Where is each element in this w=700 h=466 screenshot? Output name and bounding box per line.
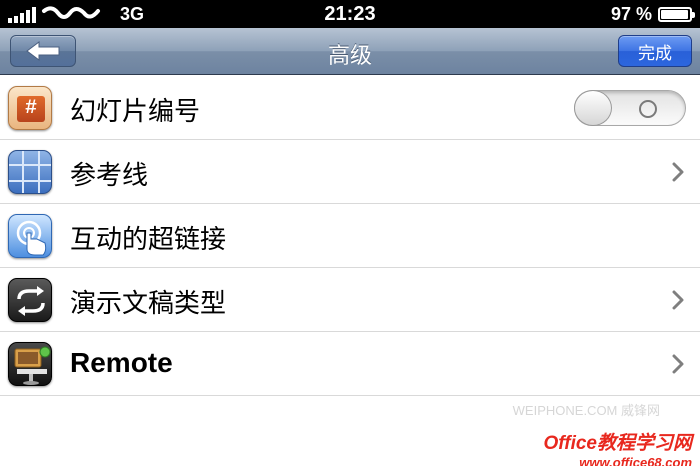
battery-icon — [658, 7, 695, 22]
row-interactive-hyperlinks[interactable]: 互动的超链接 — [0, 204, 700, 268]
row-label: 参考线 — [70, 161, 149, 191]
battery-percent: 97 % — [610, 4, 652, 24]
chevron-right-icon — [672, 290, 684, 310]
page-title: 高级 — [327, 44, 372, 69]
row-label: 演示文稿类型 — [70, 289, 227, 319]
row-label: 互动的超链接 — [70, 225, 227, 255]
navigation-bar: 高级 完成 — [0, 28, 700, 75]
status-bar: 3G 21:23 97 % — [0, 0, 700, 28]
slide-numbers-toggle[interactable] — [574, 90, 686, 126]
hyperlink-touch-icon — [8, 214, 52, 258]
slide-number-icon: # — [8, 86, 52, 130]
remote-icon — [8, 342, 52, 386]
toggle-knob[interactable] — [574, 90, 612, 126]
chevron-right-icon — [672, 162, 684, 182]
watermark-title: Office教程学习网 — [543, 433, 692, 454]
row-label: 幻灯片编号 — [70, 97, 201, 127]
weiphone-watermark: WEIPHONE.COM 威锋网 — [512, 403, 660, 418]
row-remote[interactable]: Remote — [0, 332, 700, 396]
done-button[interactable]: 完成 — [618, 35, 692, 67]
chevron-right-icon — [672, 354, 684, 374]
watermark-url: www.office68.com — [579, 455, 692, 466]
presentation-type-icon — [8, 278, 52, 322]
battery-fill — [661, 10, 689, 19]
row-guides[interactable]: 参考线 — [0, 140, 700, 204]
guides-icon — [8, 150, 52, 194]
row-slide-numbers[interactable]: # 幻灯片编号 — [0, 76, 700, 140]
row-label: Remote — [70, 347, 173, 378]
row-presentation-type[interactable]: 演示文稿类型 — [0, 268, 700, 332]
settings-list: # 幻灯片编号 参考线 互动的超链接 演示文稿类型 Remote — [0, 76, 700, 396]
office68-watermark: Office教程学习网 www.office68.com — [492, 428, 692, 466]
toggle-off-icon — [639, 100, 657, 118]
clock: 21:23 — [324, 3, 376, 25]
